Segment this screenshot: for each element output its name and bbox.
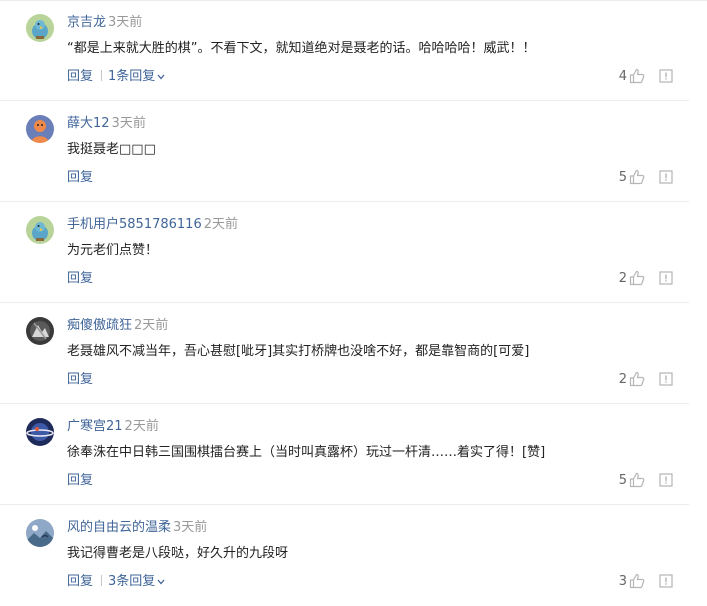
timestamp: 3天前	[111, 116, 146, 131]
like-count: 3	[618, 573, 627, 589]
username[interactable]: 痴傻傲疏狂	[67, 318, 132, 333]
reply-button[interactable]: 回复	[67, 372, 93, 387]
report-icon[interactable]	[659, 574, 673, 588]
comment-actions: 回复	[67, 270, 93, 288]
comment-actions: 回复	[67, 371, 93, 389]
comment-meta: 痴傻傲疏狂 2天前	[67, 317, 168, 335]
chevron-down-icon	[157, 573, 165, 591]
report-icon[interactable]	[659, 473, 673, 487]
reply-button[interactable]: 回复	[67, 271, 93, 286]
comment-meta: 手机用户5851786116 2天前	[67, 216, 238, 234]
comment-item: 京吉龙 3天前 “都是上来就大胜的棋”。不看下文，就知道绝对是聂老的话。哈哈哈哈！…	[0, 0, 689, 101]
username[interactable]: 薛大12	[67, 116, 110, 131]
landscape-avatar-icon	[26, 519, 54, 547]
comment-actions: 回复	[67, 472, 93, 490]
comment-item: 痴傻傲疏狂 2天前 老聂雄风不减当年，吾心甚慰[呲牙]其实打桥牌也没啥不好，都是靠…	[0, 303, 689, 404]
thumbs-up-icon[interactable]	[629, 472, 645, 488]
comment-item: 广寒宫21 2天前 徐奉洙在中日韩三国围棋擂台赛上（当时叫真露杯）玩过一杆清……着…	[0, 404, 689, 505]
chevron-down-icon	[157, 68, 165, 86]
comment-tools: 5	[619, 167, 673, 187]
comment-meta: 薛大12 3天前	[67, 115, 146, 133]
comment-text: 老聂雄风不减当年，吾心甚慰[呲牙]其实打桥牌也没啥不好，都是靠智商的[可爱]	[67, 344, 530, 359]
comment-tools: 3	[619, 571, 673, 591]
planet-avatar-icon	[26, 418, 54, 446]
username[interactable]: 广寒宫21	[67, 419, 123, 434]
thumbs-up-icon[interactable]	[629, 371, 645, 387]
thumbs-up-icon[interactable]	[629, 573, 645, 589]
thumbs-up-icon[interactable]	[629, 270, 645, 286]
comment-text: 我挺聂老□□□	[67, 142, 156, 157]
comment-tools: 2	[619, 268, 673, 288]
dark-photo-avatar-icon	[26, 317, 54, 345]
comment-meta: 广寒宫21 2天前	[67, 418, 159, 436]
like-count: 2	[618, 371, 627, 387]
divider	[101, 575, 103, 586]
timestamp: 2天前	[134, 318, 169, 333]
reply-button[interactable]: 回复	[67, 574, 93, 589]
comment-text: 我记得曹老是八段哒，好久升的九段呀	[67, 546, 289, 561]
thumbs-up-icon[interactable]	[629, 169, 645, 185]
comment-text: “都是上来就大胜的棋”。不看下文，就知道绝对是聂老的话。哈哈哈哈！威武！！	[67, 41, 536, 56]
comment-item: 风的自由云的温柔 3天前 我记得曹老是八段哒，好久升的九段呀 回复 3条回复 3	[0, 505, 689, 606]
avatar[interactable]	[26, 418, 54, 446]
comment-item: 薛大12 3天前 我挺聂老□□□ 回复 5	[0, 101, 689, 202]
like-count: 2	[618, 270, 627, 286]
report-icon[interactable]	[659, 271, 673, 285]
comment-actions: 回复	[67, 169, 93, 187]
avatar[interactable]	[26, 115, 54, 143]
avatar[interactable]	[26, 14, 54, 42]
comment-meta: 京吉龙 3天前	[67, 14, 142, 32]
avatar[interactable]	[26, 317, 54, 345]
reply-button[interactable]: 回复	[67, 473, 93, 488]
comment-meta: 风的自由云的温柔 3天前	[67, 519, 207, 537]
timestamp: 2天前	[203, 217, 238, 232]
comment-tools: 2	[619, 369, 673, 389]
replies-count-label: 1条回复	[108, 69, 156, 84]
comment-item: 手机用户5851786116 2天前 为元老们点赞！ 回复 2	[0, 202, 689, 303]
orange-person-avatar-icon	[26, 115, 54, 143]
report-icon[interactable]	[659, 69, 673, 83]
comment-list: 京吉龙 3天前 “都是上来就大胜的棋”。不看下文，就知道绝对是聂老的话。哈哈哈哈！…	[0, 0, 707, 606]
comment-actions: 回复 3条回复	[67, 573, 165, 591]
avatar[interactable]	[26, 216, 54, 244]
username[interactable]: 京吉龙	[67, 15, 106, 30]
comment-tools: 4	[619, 66, 673, 86]
comment-actions: 回复 1条回复	[67, 68, 165, 86]
timestamp: 2天前	[124, 419, 159, 434]
username[interactable]: 风的自由云的温柔	[67, 520, 171, 535]
reply-button[interactable]: 回复	[67, 170, 93, 185]
username[interactable]: 手机用户5851786116	[67, 217, 202, 232]
parrot-avatar-icon	[26, 14, 54, 42]
report-icon[interactable]	[659, 170, 673, 184]
comment-text: 为元老们点赞！	[67, 243, 159, 258]
like-count: 5	[618, 472, 627, 488]
view-replies-button[interactable]: 1条回复	[108, 69, 165, 84]
reply-button[interactable]: 回复	[67, 69, 93, 84]
timestamp: 3天前	[173, 520, 208, 535]
replies-count-label: 3条回复	[108, 574, 156, 589]
divider	[101, 70, 103, 81]
view-replies-button[interactable]: 3条回复	[108, 574, 165, 589]
timestamp: 3天前	[108, 15, 143, 30]
like-count: 5	[618, 169, 627, 185]
parrot-avatar-icon	[26, 216, 54, 244]
like-count: 4	[618, 68, 627, 84]
report-icon[interactable]	[659, 372, 673, 386]
avatar[interactable]	[26, 519, 54, 547]
thumbs-up-icon[interactable]	[629, 68, 645, 84]
comment-tools: 5	[619, 470, 673, 490]
comment-text: 徐奉洙在中日韩三国围棋擂台赛上（当时叫真露杯）玩过一杆清……着实了得！[赞]	[67, 445, 546, 460]
